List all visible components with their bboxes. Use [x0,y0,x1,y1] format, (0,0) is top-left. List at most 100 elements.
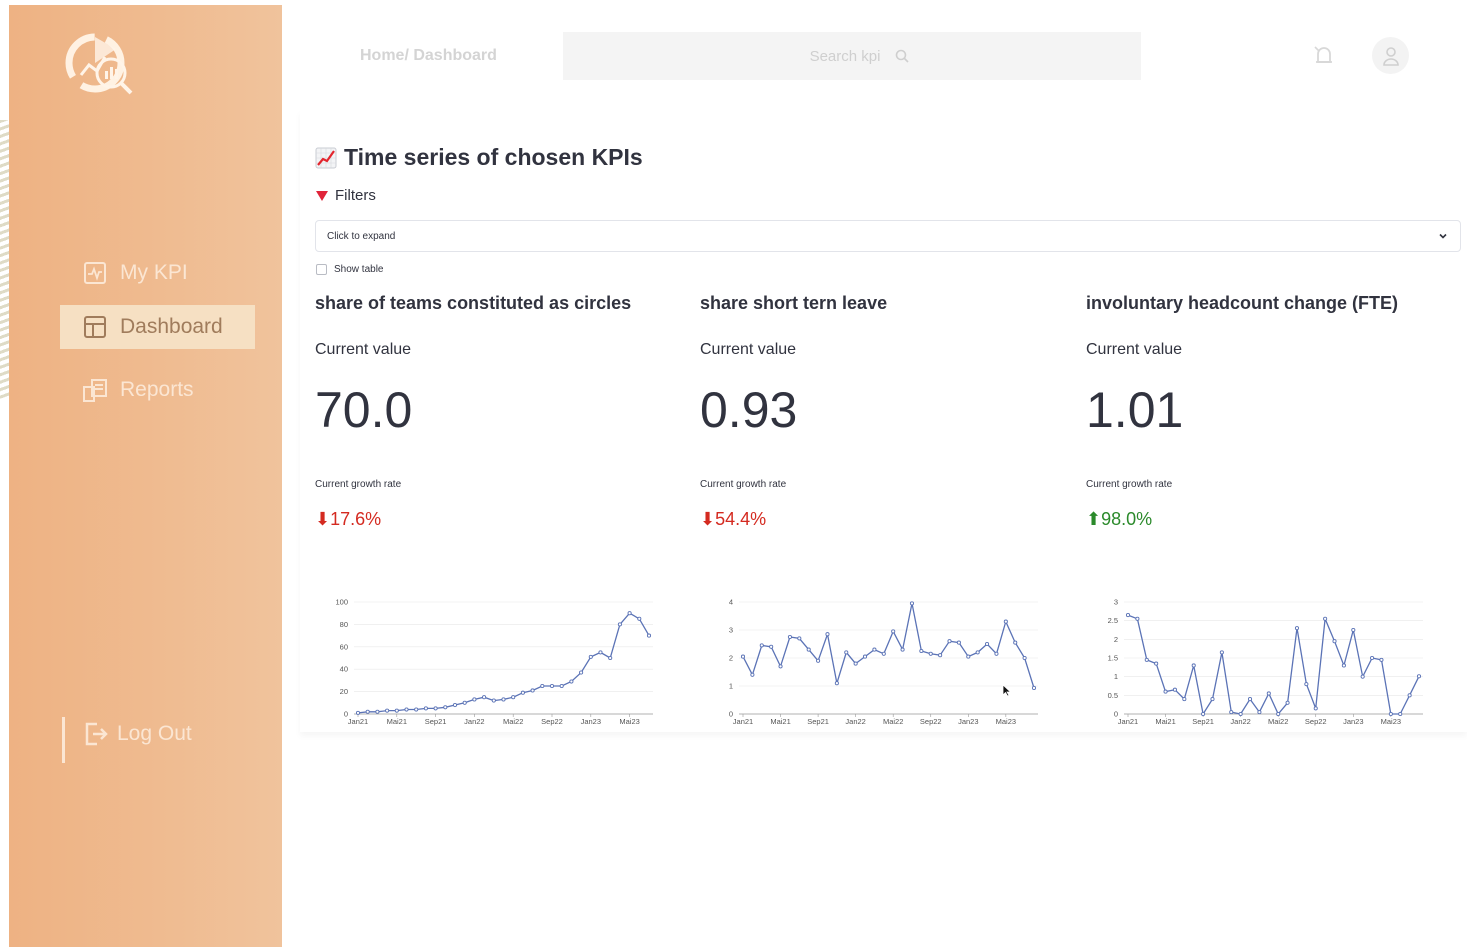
kpi-line-chart: 00.511.522.53Jan21 Mai21 Sep21 Jan22 Mai22 Se… [1108,598,1423,726]
data-point [994,651,999,656]
data-point [891,629,896,634]
kpi-card: share short tern leave Current value 0.9… [700,293,1070,530]
data-point [365,709,370,714]
data-point [1172,687,1177,692]
data-point [1341,663,1346,668]
data-point [787,634,792,640]
kpi-icon [82,260,108,286]
data-point [1210,697,1215,702]
growth-rate-value: ⬇17.6% [315,509,382,529]
data-point [423,706,428,711]
data-point [900,647,905,652]
data-point [1125,613,1131,618]
data-point [549,683,555,689]
data-point [472,697,477,702]
data-point [1201,711,1206,717]
red-triangle-icon [316,190,328,201]
y-tick-label: 1 [1114,672,1118,681]
data-point [414,707,419,712]
sidebar-item-reports[interactable]: Reports [60,368,255,412]
data-point [482,695,487,700]
reports-icon [82,377,108,403]
x-tick-label: Jan22 [464,717,484,726]
data-point [797,636,802,641]
y-tick-label: 4 [729,598,733,607]
page-title-text: Time series of chosen KPIs [344,144,643,170]
data-point [928,651,933,656]
data-point [1163,689,1168,694]
data-point [1003,619,1008,624]
logout-divider [62,717,65,763]
data-point [1323,616,1328,621]
data-point [919,648,924,654]
x-tick-label: Mai21 [770,717,790,726]
y-tick-label: 20 [340,687,348,696]
data-point [769,644,774,649]
breadcrumb[interactable]: Home/ Dashboard [360,47,497,65]
data-point [1398,711,1403,717]
data-point [462,700,467,705]
y-tick-label: 60 [340,642,348,651]
search-icon[interactable] [895,49,909,63]
series-line [742,603,1035,689]
kpi-line-chart: 01234Jan21 Mai21 Sep21 Jan22 Mai22 Sep22 Jan23… [729,598,1038,726]
data-point [1332,639,1337,644]
data-point [759,643,764,648]
current-value-label: Current value [1086,341,1183,358]
x-tick-label: Jan21 [1118,717,1138,726]
data-point [1135,616,1140,621]
logo-icon [65,33,133,95]
growth-rate-label: Current growth rate [315,479,402,490]
data-point [569,679,574,684]
kpi-title: involuntary headcount change (FTE) [1086,293,1399,313]
data-point [909,601,915,606]
sidebar-item-label: Dashboard [120,315,223,338]
x-tick-label: Sep21 [425,717,447,726]
y-tick-label: 1 [729,682,733,691]
show-table-checkbox[interactable]: Show table [316,264,383,275]
kpi-card: involuntary headcount change (FTE) Curre… [1086,293,1456,530]
data-point [530,688,535,693]
data-point [491,698,496,703]
data-point [375,709,380,714]
data-point [881,651,886,656]
data-point [579,670,584,675]
data-point [825,632,830,637]
filters-toggle[interactable]: Filters [316,187,376,204]
checkbox-box[interactable] [316,264,327,275]
sidebar-item-my-kpi[interactable]: My KPI [60,251,255,295]
x-tick-label: Jan23 [1343,717,1363,726]
x-tick-label: Sep22 [541,717,563,726]
sidebar-item-label: Reports [120,378,194,401]
x-tick-label: Jan23 [958,717,978,726]
avatar[interactable] [1372,37,1409,74]
search-input[interactable] [795,47,895,65]
data-point [520,690,525,695]
x-tick-label: Mai22 [1268,717,1288,726]
data-point [1360,674,1365,679]
x-tick-label: Sep21 [807,717,829,726]
data-point [1191,663,1196,668]
growth-rate-label: Current growth rate [700,479,787,490]
data-point [559,683,564,689]
data-point [608,655,613,661]
data-point [1154,661,1159,666]
search-bar[interactable] [563,32,1141,80]
notification-icon[interactable] [1312,44,1336,68]
data-point [872,647,877,652]
data-point [1285,700,1290,705]
filters-expander[interactable]: Click to expand [315,220,1461,252]
data-point [433,706,438,711]
show-table-label: Show table [334,264,384,275]
data-point [966,654,971,659]
x-tick-label: Jan23 [581,717,601,726]
data-point [844,650,849,655]
sidebar-item-dashboard[interactable]: Dashboard [60,305,255,349]
logout-button[interactable]: Log Out [83,721,192,747]
data-point [1294,626,1300,631]
y-tick-label: 2 [1114,635,1118,644]
logout-icon [83,721,109,747]
data-point [1013,640,1018,645]
y-tick-label: 3 [1114,598,1118,607]
x-tick-label: Sep22 [920,717,942,726]
